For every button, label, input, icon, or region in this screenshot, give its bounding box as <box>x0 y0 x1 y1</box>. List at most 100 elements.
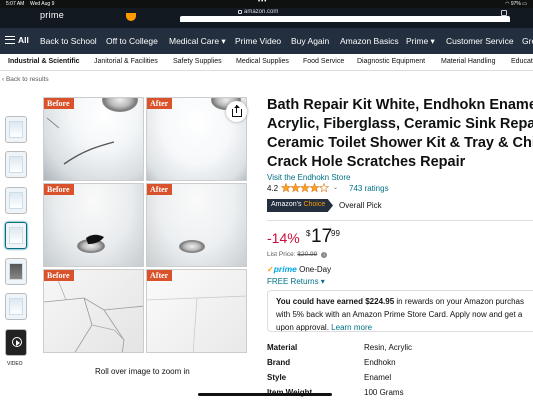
star-icon <box>281 183 292 193</box>
category-safety-supplies[interactable]: Safety Supplies <box>173 58 222 65</box>
scratch-mark <box>46 117 115 165</box>
star-icon <box>309 183 320 193</box>
after-tag: After <box>147 184 173 195</box>
spec-value: Endhokn <box>364 358 396 367</box>
list-price-value: $20.99 <box>297 251 318 258</box>
product-title-line: Ceramic Toilet Shower Kit & Tray & Chip … <box>267 135 533 151</box>
divider <box>267 220 533 221</box>
nav-item-off-to-college[interactable]: Off to College <box>106 36 158 46</box>
hole-mark <box>86 234 104 244</box>
thumbnail-image <box>9 298 23 315</box>
badge-accent: Choice <box>303 201 326 208</box>
nav-item-medical-care[interactable]: Medical Care ▾ <box>169 36 226 47</box>
prime-delivery-row: ✓prime One-Day <box>267 264 331 274</box>
spec-key: Material <box>267 343 298 352</box>
nav-item-customer-service[interactable]: Customer Service <box>446 36 514 46</box>
share-button[interactable] <box>226 101 247 122</box>
lock-icon <box>238 10 242 14</box>
nav-item-back-to-school[interactable]: Back to School <box>40 36 97 46</box>
badge-prefix: Amazon's <box>271 201 302 208</box>
date-text: Wed Aug 9 <box>30 1 55 7</box>
after-image-tile-fixed: After <box>146 269 247 353</box>
prime-delivery-text: One-Day <box>299 265 332 274</box>
battery-icon: ▭ <box>522 1 527 7</box>
hamburger-icon <box>5 36 15 44</box>
category-medical-supplies[interactable]: Medical Supplies <box>236 58 289 65</box>
category-nav-bar: Industrial & Scientific Janitorial & Fac… <box>0 54 533 71</box>
category-janitorial-facilities[interactable]: Janitorial & Facilities <box>94 58 158 65</box>
price-symbol: $ <box>306 229 311 238</box>
thumbnail-4-selected[interactable] <box>5 222 27 249</box>
list-price-label: List Price: <box>267 251 296 258</box>
browser-address-bar: prime amazon.com <box>0 8 533 22</box>
ratings-count-link[interactable]: 743 ratings <box>349 184 389 193</box>
promo-line-3: upon approval. Learn more <box>276 321 533 331</box>
after-image-sink-fixed: After <box>146 183 247 267</box>
spec-key: Brand <box>267 358 291 367</box>
thumbnail-3[interactable] <box>5 187 27 214</box>
amazon-product-page: 5:07 AM Wed Aug 9 ••• ◠ 97% ▭ prime amaz… <box>0 0 533 400</box>
thumbnail-image <box>9 263 23 280</box>
main-product-image[interactable]: Before After Before After Before After <box>43 97 249 357</box>
play-icon <box>12 337 22 347</box>
before-tag: Before <box>44 270 74 281</box>
thumbnail-5[interactable] <box>5 258 27 285</box>
before-image-sink-scratch: Before <box>43 97 144 181</box>
star-icon <box>290 183 301 193</box>
thumbnail-video[interactable] <box>5 329 27 356</box>
battery-percent: 97% <box>510 1 521 7</box>
thumbnail-image <box>9 121 23 138</box>
star-icon <box>318 183 329 193</box>
overall-pick-label: Overall Pick <box>339 201 382 210</box>
crack-lines <box>44 270 143 352</box>
star-icon <box>299 183 311 193</box>
amazon-logo[interactable]: prime <box>40 10 64 20</box>
nav-item-amazon-basics[interactable]: Amazon Basics <box>340 36 399 46</box>
nav-item-prime-video[interactable]: Prime Video <box>235 36 281 46</box>
spec-value: Resin, Acrylic <box>364 343 413 352</box>
category-food-service[interactable]: Food Service <box>303 58 344 65</box>
after-tag: After <box>147 98 173 109</box>
share-icon <box>233 105 240 108</box>
star-rating-icon[interactable] <box>281 183 329 193</box>
learn-more-link[interactable]: Learn more <box>331 323 372 331</box>
promo-amount: $224.95 <box>365 297 395 306</box>
product-title: Bath Repair Kit White, Endhokn Enamel, P… <box>267 96 533 172</box>
free-returns-link[interactable]: FREE Returns ▾ <box>267 277 325 286</box>
thumbnail-6[interactable] <box>5 293 27 320</box>
category-diagnostic-equipment[interactable]: Diagnostic Equipment <box>357 58 425 65</box>
url-text[interactable]: amazon.com <box>244 9 278 15</box>
store-link[interactable]: Visit the Endhokn Store <box>267 173 350 182</box>
info-icon[interactable]: i <box>321 252 328 258</box>
before-tag: Before <box>44 184 74 195</box>
product-title-line: Bath Repair Kit White, Endhokn Enamel, P <box>267 97 533 113</box>
after-tag: After <box>147 270 173 281</box>
nav-item-prime[interactable]: Prime ▾ <box>406 36 435 47</box>
all-menu-label: All <box>18 35 29 45</box>
battery-indicator: ◠ 97% ▭ <box>505 1 527 7</box>
zoom-hint: Roll over image to zoom in <box>95 367 190 376</box>
thumbnail-2[interactable] <box>5 151 27 178</box>
thumbnail-1[interactable] <box>5 116 27 143</box>
category-educat[interactable]: Educat <box>511 58 533 65</box>
prime-logo: prime <box>273 264 297 274</box>
rating-row: 4.2 ⌄ 743 ratings <box>267 183 389 193</box>
drain-icon <box>179 240 205 253</box>
nav-item-buy-again[interactable]: Buy Again <box>291 36 329 46</box>
video-label: VIDEO <box>7 361 23 367</box>
discount-percent: -14% <box>267 230 300 246</box>
prime-check-icon: ✓ <box>267 265 274 274</box>
chevron-down-icon[interactable]: ⌄ <box>333 184 338 191</box>
rewards-promo-box: You could have earned $224.95 in rewards… <box>267 290 533 332</box>
multitask-dots-icon[interactable]: ••• <box>258 0 267 5</box>
home-indicator[interactable] <box>198 393 332 396</box>
category-industrial-scientific[interactable]: Industrial & Scientific <box>8 58 80 65</box>
category-material-handling[interactable]: Material Handling <box>441 58 495 65</box>
nav-item-gre[interactable]: Gre <box>522 36 533 46</box>
amazons-choice-badge[interactable]: Amazon's Choice <box>267 199 333 212</box>
product-title-line: Acrylic, Fiberglass, Ceramic Sink Repair… <box>267 116 533 132</box>
list-price: List Price: $20.99 i <box>267 251 328 258</box>
back-to-results-link[interactable]: ‹ Back to results <box>2 76 49 83</box>
all-menu-button[interactable]: All <box>5 35 29 45</box>
thumbnail-image <box>9 227 23 244</box>
